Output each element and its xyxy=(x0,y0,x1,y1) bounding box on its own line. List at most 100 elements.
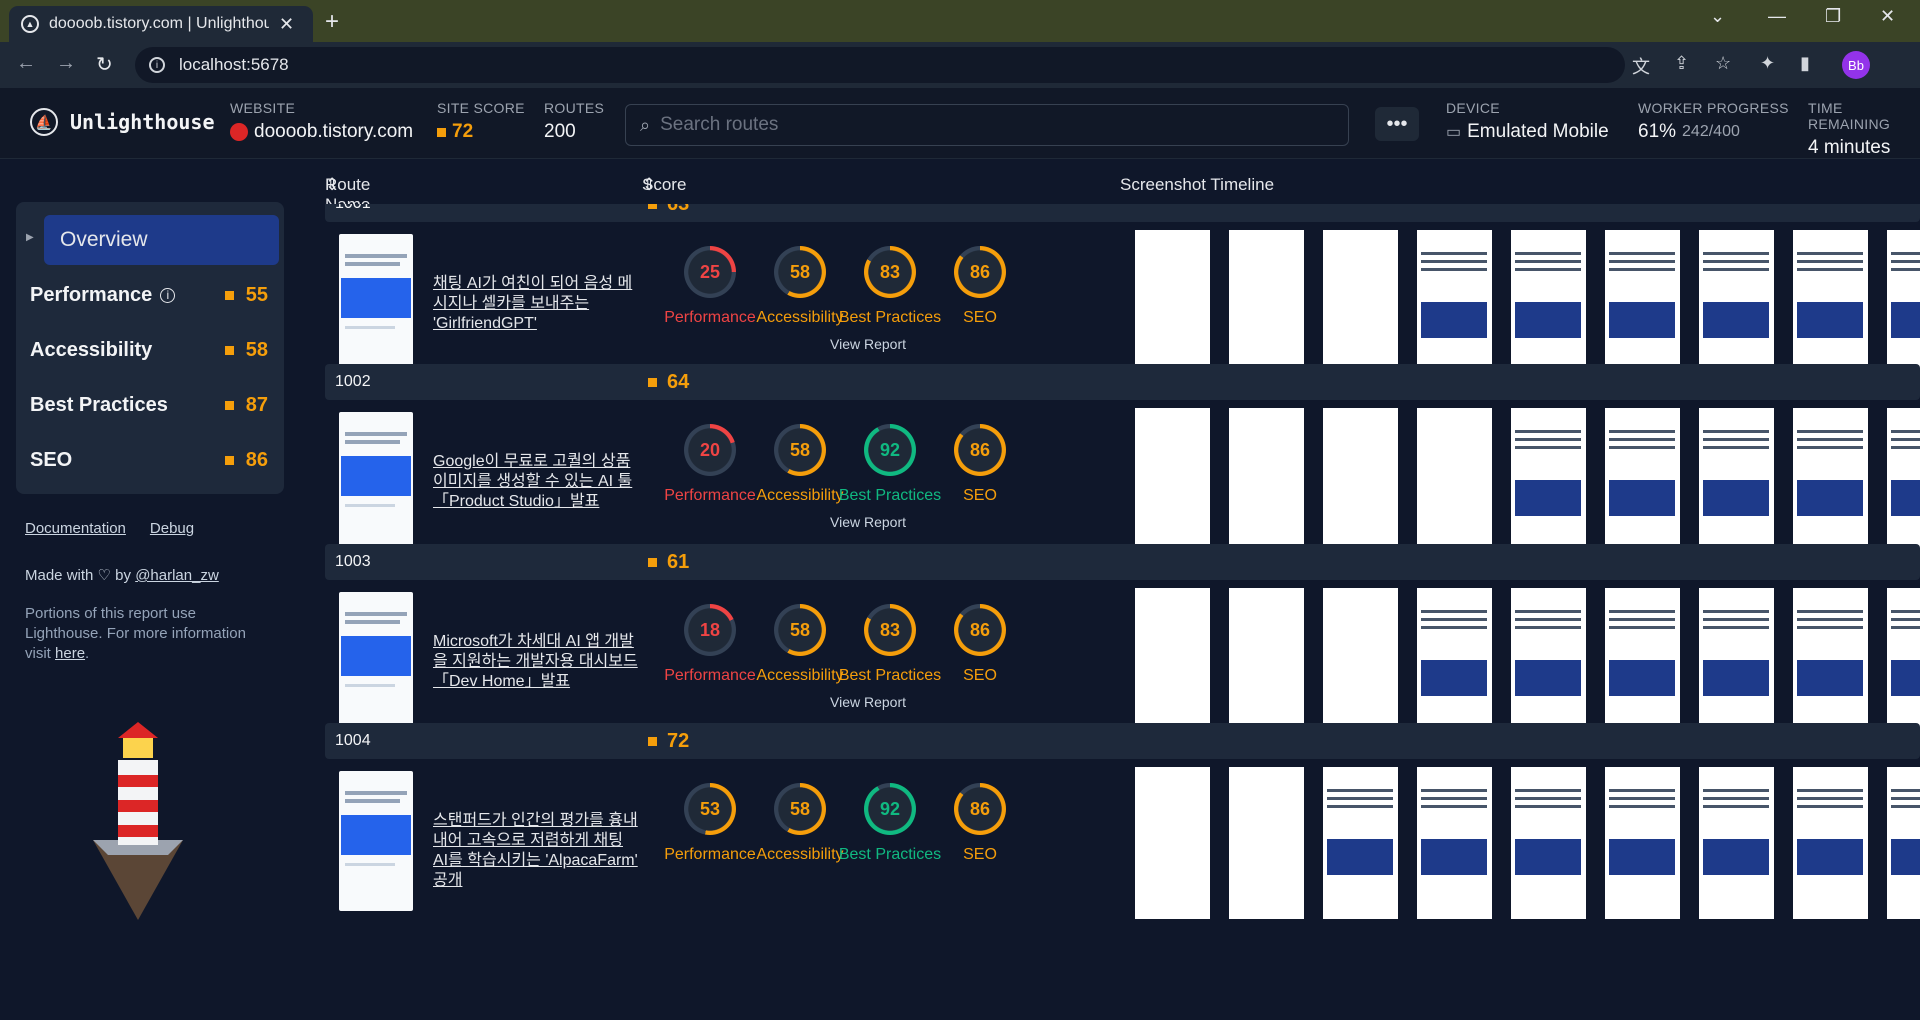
tab-strip: ▲ doooob.tistory.com | Unlighthou ✕ + ⌄ … xyxy=(0,0,1920,42)
sidebar-item-overview[interactable]: Overview xyxy=(44,215,279,265)
info-icon[interactable]: i xyxy=(160,287,176,303)
restore-icon[interactable]: ❐ xyxy=(1825,6,1841,27)
sidebar-item-label: Performance xyxy=(30,283,153,306)
score-gauge[interactable]: 86 SEO xyxy=(925,604,1035,685)
screenshot-frame[interactable] xyxy=(1887,408,1920,560)
browser-tab[interactable]: ▲ doooob.tistory.com | Unlighthou ✕ xyxy=(9,6,313,42)
screenshot-frame[interactable] xyxy=(1135,588,1210,740)
route-thumbnail[interactable] xyxy=(339,771,413,911)
address-bar[interactable]: i localhost:5678 xyxy=(135,47,1625,83)
gauge-value: 92 xyxy=(879,439,901,460)
screenshot-frame[interactable] xyxy=(1605,230,1680,382)
sidebar-item-accessibility[interactable]: Accessibility 58 xyxy=(16,327,284,373)
gauge-value: 25 xyxy=(699,261,721,282)
screenshot-frame[interactable] xyxy=(1605,408,1680,560)
view-report-link[interactable]: View Report xyxy=(830,514,906,530)
tab-search-icon[interactable]: ⌄ xyxy=(1710,6,1725,27)
gauge-value: 83 xyxy=(879,261,901,282)
sidebar-item-score: 55 xyxy=(245,283,268,306)
screenshot-frame[interactable] xyxy=(1135,767,1210,919)
side-panel-icon[interactable]: ▮ xyxy=(1800,53,1810,74)
score-gauge[interactable]: 86 SEO xyxy=(925,246,1035,327)
route-thumbnail[interactable] xyxy=(339,412,413,552)
screenshot-frame[interactable] xyxy=(1605,588,1680,740)
forward-icon[interactable]: → xyxy=(56,52,76,75)
screenshot-frame[interactable] xyxy=(1323,767,1398,919)
site-score-stat: SITE SCORE 72 xyxy=(437,100,525,143)
search-box[interactable]: ⌕ xyxy=(625,104,1349,146)
bookmark-star-icon[interactable]: ☆ xyxy=(1715,53,1731,74)
screenshot-frame[interactable] xyxy=(1511,408,1586,560)
screenshot-frame[interactable] xyxy=(1887,588,1920,740)
translate-icon[interactable]: 文 xyxy=(1632,53,1650,79)
screenshot-frame[interactable] xyxy=(1229,230,1304,382)
screenshot-frame[interactable] xyxy=(1887,767,1920,919)
website-label: WEBSITE xyxy=(230,100,296,116)
logo[interactable]: ⛵ Unlighthouse xyxy=(30,108,215,136)
screenshot-frame[interactable] xyxy=(1417,408,1492,560)
extensions-icon[interactable]: ✦ xyxy=(1760,53,1775,74)
view-report-link[interactable]: View Report xyxy=(830,336,906,352)
route-id: 1003 xyxy=(335,553,371,570)
route-title-link[interactable]: Microsoft가 차세대 AI 앱 개발을 지원하는 개발자용 대시보드「D… xyxy=(433,632,638,692)
profile-avatar[interactable]: Bb xyxy=(1842,51,1870,79)
screenshot-frame[interactable] xyxy=(1417,230,1492,382)
sidebar-item-label: Overview xyxy=(60,228,148,251)
screenshot-frame[interactable] xyxy=(1135,408,1210,560)
score-gauge[interactable]: 86 SEO xyxy=(925,783,1035,864)
route-thumbnail[interactable] xyxy=(339,592,413,732)
route-title-link[interactable]: 채팅 AI가 여친이 되어 음성 메시지나 셀카를 보내주는 'Girlfrie… xyxy=(433,274,638,334)
new-tab-icon[interactable]: + xyxy=(325,8,339,36)
author-link[interactable]: @harlan_zw xyxy=(135,567,219,584)
screenshot-frame[interactable] xyxy=(1699,767,1774,919)
share-icon[interactable]: ⇪ xyxy=(1674,53,1689,74)
screenshot-frame[interactable] xyxy=(1417,588,1492,740)
sidebar-item-performance[interactable]: Performance i 55 xyxy=(16,272,284,318)
sidebar-item-best-practices[interactable]: Best Practices 87 xyxy=(16,382,284,428)
here-link[interactable]: here xyxy=(55,645,85,662)
debug-link[interactable]: Debug xyxy=(150,520,194,537)
footer-links: Documentation Debug xyxy=(25,520,194,537)
screenshot-frame[interactable] xyxy=(1135,230,1210,382)
more-options-button[interactable]: ••• xyxy=(1375,107,1419,141)
back-icon[interactable]: ← xyxy=(16,52,36,75)
screenshot-frame[interactable] xyxy=(1417,767,1492,919)
gauge-label: SEO xyxy=(963,309,997,326)
screenshot-frame[interactable] xyxy=(1323,230,1398,382)
search-input[interactable] xyxy=(660,114,1321,136)
screenshot-frame[interactable] xyxy=(1511,588,1586,740)
documentation-link[interactable]: Documentation xyxy=(25,520,126,537)
screenshot-frame[interactable] xyxy=(1793,588,1868,740)
screenshot-frame[interactable] xyxy=(1229,588,1304,740)
screenshot-frame[interactable] xyxy=(1605,767,1680,919)
average-square-icon xyxy=(648,204,657,209)
screenshot-frame[interactable] xyxy=(1793,767,1868,919)
route-title-link[interactable]: Google이 무료로 고퀄의 상품 이미지를 생성할 수 있는 AI 툴「Pr… xyxy=(433,452,638,512)
ellipsis-icon: ••• xyxy=(1386,112,1408,135)
route-title-link[interactable]: 스탠퍼드가 인간의 평가를 흉내내어 고속으로 저렴하게 채팅 AI를 학습시키… xyxy=(433,811,638,891)
reload-icon[interactable]: ↻ xyxy=(96,52,113,77)
screenshot-frame[interactable] xyxy=(1229,408,1304,560)
score-gauge[interactable]: 86 SEO xyxy=(925,424,1035,505)
screenshot-frame[interactable] xyxy=(1511,230,1586,382)
screenshot-frame[interactable] xyxy=(1793,230,1868,382)
screenshot-frame[interactable] xyxy=(1793,408,1868,560)
screenshot-frame[interactable] xyxy=(1323,408,1398,560)
screenshot-frame[interactable] xyxy=(1699,230,1774,382)
route-id: 1004 xyxy=(335,732,371,749)
close-window-icon[interactable]: ✕ xyxy=(1880,6,1895,27)
route-thumbnail[interactable] xyxy=(339,234,413,374)
screenshot-frame[interactable] xyxy=(1229,767,1304,919)
view-report-link[interactable]: View Report xyxy=(830,694,906,710)
sidebar-item-seo[interactable]: SEO 86 xyxy=(16,437,284,483)
score-gauges: 53 Performance 58 Accessibility 92 Best Pract… xyxy=(655,783,1085,903)
close-tab-icon[interactable]: ✕ xyxy=(279,14,294,35)
mobile-device-icon: ▭ xyxy=(1446,124,1462,141)
screenshot-frame[interactable] xyxy=(1887,230,1920,382)
site-info-icon[interactable]: i xyxy=(149,57,165,73)
screenshot-frame[interactable] xyxy=(1511,767,1586,919)
screenshot-frame[interactable] xyxy=(1699,408,1774,560)
screenshot-frame[interactable] xyxy=(1699,588,1774,740)
screenshot-frame[interactable] xyxy=(1323,588,1398,740)
minimize-icon[interactable]: — xyxy=(1768,6,1786,27)
